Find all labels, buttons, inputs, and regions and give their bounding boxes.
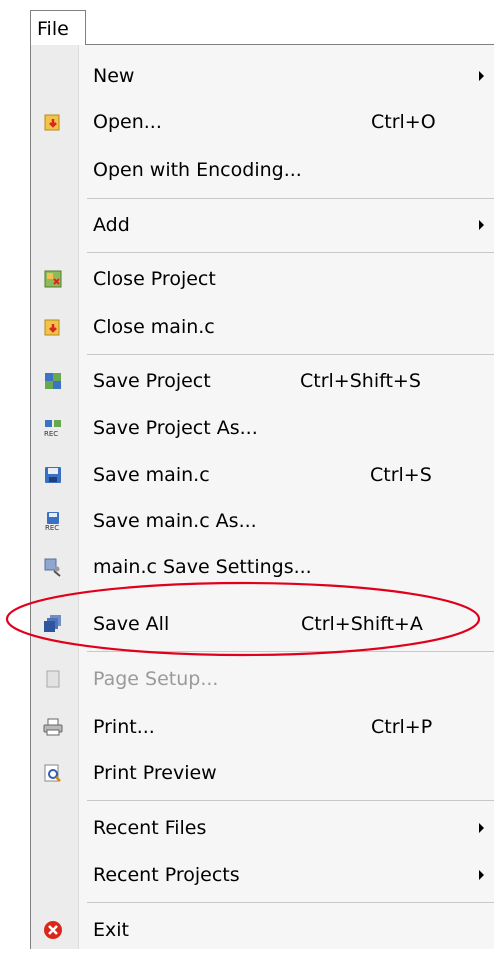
menu-item-shortcut: Ctrl+P: [371, 716, 433, 738]
submenu-arrow-icon: [479, 220, 484, 230]
menu-item-label: Close Project: [93, 268, 216, 290]
menu-item-label: Open...: [93, 111, 162, 133]
menu-item-open[interactable]: Open... Ctrl+O: [31, 97, 494, 147]
menu-separator: [87, 198, 494, 199]
menu-item-label: Save Project As...: [93, 417, 258, 439]
menu-item-print-preview[interactable]: Print Preview: [31, 748, 494, 798]
svg-text:REC: REC: [45, 524, 59, 531]
file-menu-tab[interactable]: File: [30, 10, 86, 45]
menu-item-label: Recent Projects: [93, 864, 240, 886]
menu-item-new[interactable]: New: [31, 51, 494, 101]
save-settings-icon: [43, 557, 63, 577]
save-as-icon: REC: [43, 511, 63, 532]
menu-item-label: Save main.c As...: [93, 510, 257, 532]
close-file-icon: [43, 317, 63, 337]
menu-item-recent-files[interactable]: Recent Files: [31, 803, 494, 853]
menubar: File: [30, 10, 494, 45]
menu-item-print[interactable]: Print... Ctrl+P: [31, 702, 494, 752]
menu-item-save-project[interactable]: Save Project Ctrl+Shift+S: [31, 356, 494, 406]
menu-item-label: Save main.c: [93, 464, 210, 486]
menu-item-save-file-as[interactable]: REC Save main.c As...: [31, 496, 494, 546]
menu-item-close-project[interactable]: Close Project: [31, 254, 494, 304]
menu-item-exit[interactable]: Exit: [31, 905, 494, 955]
menu-item-save-project-as[interactable]: REC Save Project As...: [31, 403, 494, 453]
save-project-icon: [43, 371, 63, 391]
menu-item-label: Exit: [93, 919, 129, 941]
printer-icon: [43, 717, 63, 737]
menu-item-label: Open with Encoding...: [93, 159, 302, 181]
menu-separator: [87, 354, 494, 355]
file-menu-label: File: [37, 18, 69, 40]
submenu-arrow-icon: [479, 823, 484, 833]
save-project-as-icon: REC: [43, 418, 63, 438]
file-dropdown-menu: New Open... Ctrl+O Open with Encoding...…: [30, 44, 494, 949]
menu-separator: [87, 902, 494, 903]
menu-item-label: Recent Files: [93, 817, 207, 839]
menu-item-label: New: [93, 65, 135, 87]
submenu-arrow-icon: [479, 71, 484, 81]
menu-item-label: Save Project: [93, 370, 211, 392]
menu-item-recent-projects[interactable]: Recent Projects: [31, 850, 494, 900]
menu-item-shortcut: Ctrl+S: [370, 464, 432, 486]
menu-item-label: Add: [93, 214, 130, 236]
save-icon: [43, 465, 63, 485]
menu-item-label: Page Setup...: [93, 668, 219, 690]
menu-item-page-setup: Page Setup...: [31, 654, 494, 704]
menu-item-open-with-encoding[interactable]: Open with Encoding...: [31, 145, 494, 195]
page-setup-icon: [43, 669, 63, 689]
print-preview-icon: [43, 763, 63, 783]
menu-item-save-file[interactable]: Save main.c Ctrl+S: [31, 450, 494, 500]
menu-item-close-file[interactable]: Close main.c: [31, 302, 494, 352]
svg-text:REC: REC: [44, 430, 58, 438]
menu-item-label: Close main.c: [93, 316, 215, 338]
menu-item-label: main.c Save Settings...: [93, 556, 312, 578]
menu-item-label: Print...: [93, 716, 155, 738]
menu-item-shortcut: Ctrl+O: [371, 111, 436, 133]
exit-icon: [43, 920, 63, 940]
highlight-ellipse: [5, 581, 481, 657]
open-folder-icon: [43, 112, 63, 132]
menu-separator: [87, 800, 494, 801]
menu-item-shortcut: Ctrl+Shift+S: [300, 370, 421, 392]
menu-item-label: Print Preview: [93, 762, 217, 784]
submenu-arrow-icon: [479, 870, 484, 880]
menu-separator: [87, 252, 494, 253]
menu-item-add[interactable]: Add: [31, 200, 494, 250]
close-project-icon: [43, 269, 63, 289]
